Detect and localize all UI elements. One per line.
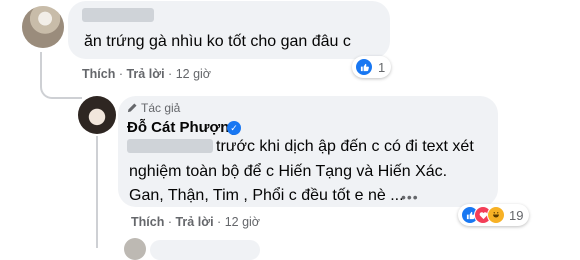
- author-name[interactable]: Đỗ Cát Phượng: [127, 119, 239, 136]
- next-commenter-avatar[interactable]: [124, 238, 146, 260]
- reply-text-line: nghiệm toàn bộ để c Hiến Tạng và Hiến Xá…: [129, 163, 448, 180]
- reply-text-line: trước khi dịch ập đến c có đi text xét: [216, 138, 474, 155]
- mentioned-name-redacted[interactable]: [127, 139, 213, 153]
- separator: ·: [217, 215, 222, 229]
- verified-icon: ✓: [227, 121, 241, 135]
- reply-actions: Thích · Trả lời · 12 giờ: [131, 215, 260, 229]
- reply-time[interactable]: 12 giờ: [225, 215, 260, 229]
- more-options-icon[interactable]: •••: [401, 189, 419, 205]
- reply-link[interactable]: Trả lời: [175, 215, 213, 229]
- thread-line: [96, 136, 98, 248]
- like-link[interactable]: Thích: [131, 215, 164, 229]
- separator: ·: [118, 67, 123, 81]
- commenter-avatar[interactable]: [22, 6, 64, 48]
- thread-line: [40, 52, 82, 99]
- reply-link[interactable]: Trả lời: [126, 67, 164, 81]
- reaction-count: 1: [378, 59, 386, 75]
- reaction-summary[interactable]: 1: [352, 56, 392, 78]
- next-comment-bubble: [150, 240, 260, 260]
- comment-text: ăn trứng gà nhìu ko tốt cho gan đâu c: [84, 33, 351, 50]
- pen-icon: [127, 103, 137, 113]
- reaction-count: 19: [509, 207, 524, 223]
- comment-actions: Thích · Trả lời · 12 giờ: [82, 67, 211, 81]
- like-link[interactable]: Thích: [82, 67, 115, 81]
- reaction-summary[interactable]: 19: [458, 204, 530, 226]
- haha-icon: [487, 206, 505, 224]
- author-avatar[interactable]: [78, 96, 116, 134]
- like-icon: [355, 58, 373, 76]
- commenter-name-redacted[interactable]: [82, 8, 154, 22]
- reply-text-line: Gan, Thận, Tim , Phổi c đều tốt e nè ...: [129, 187, 404, 204]
- separator: ·: [168, 67, 173, 81]
- author-tag-label: Tác giả: [141, 101, 181, 115]
- comment-time[interactable]: 12 giờ: [176, 67, 211, 81]
- separator: ·: [167, 215, 172, 229]
- author-badge: Tác giả: [127, 101, 180, 115]
